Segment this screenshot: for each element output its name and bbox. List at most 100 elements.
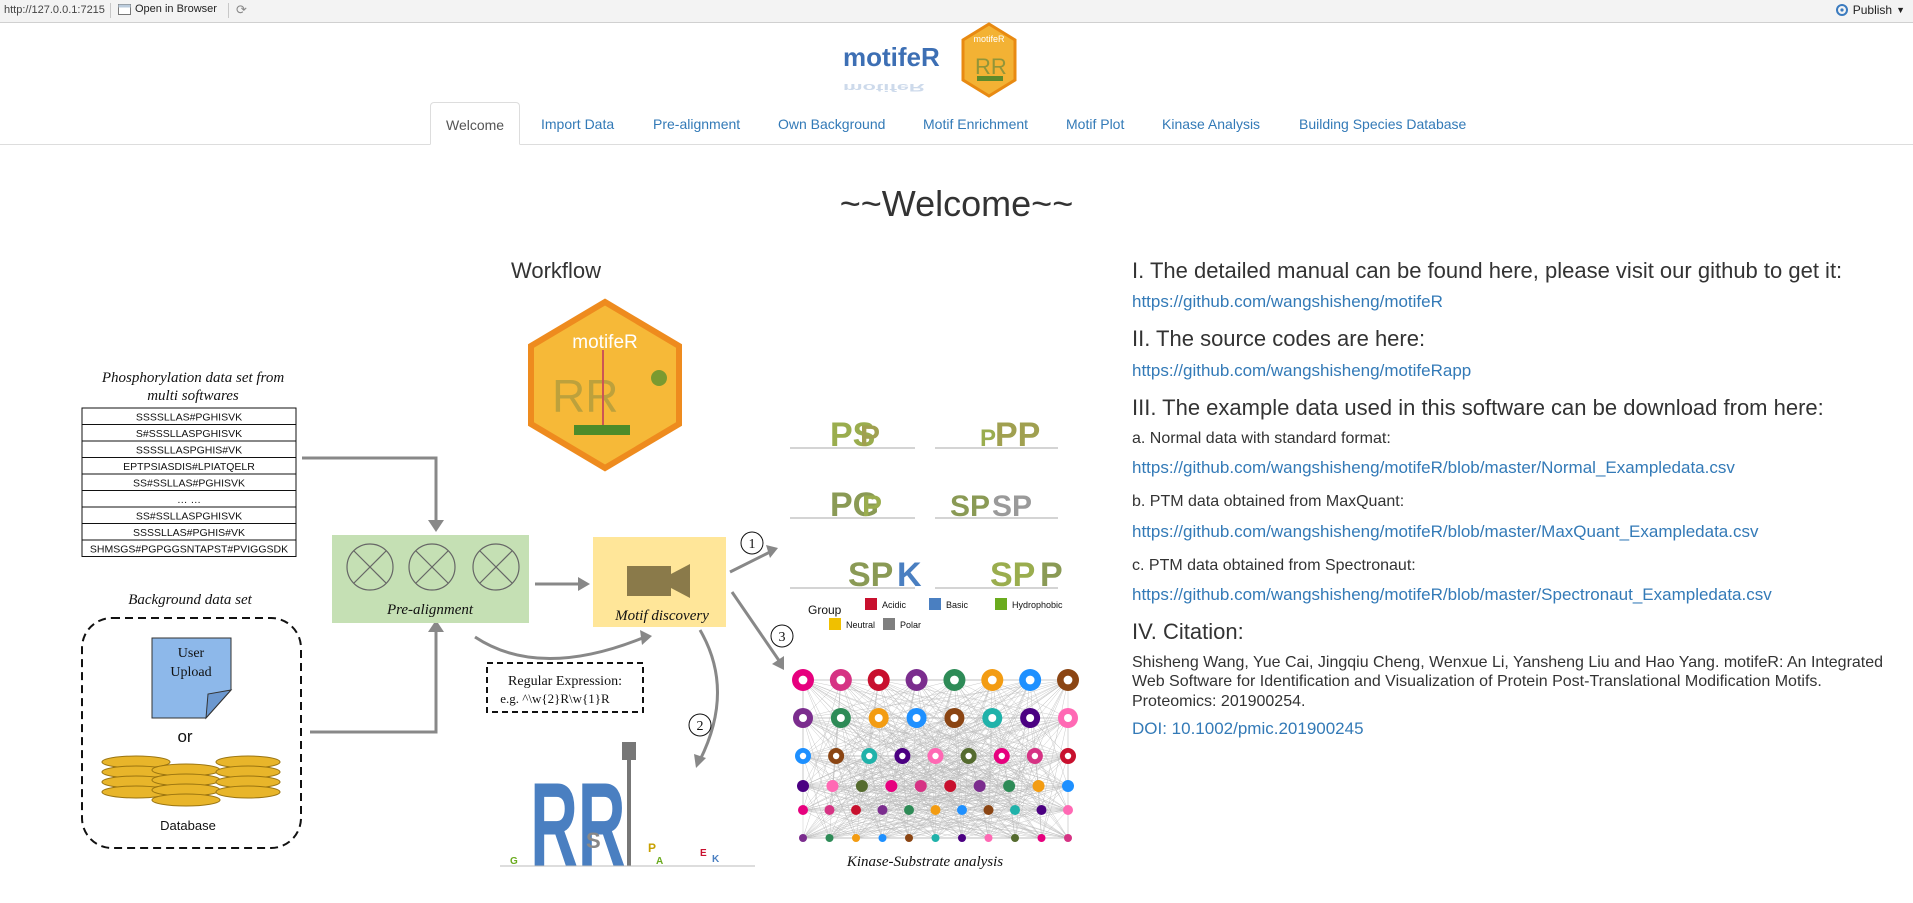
network-node-center [988, 714, 997, 722]
network-node-center [899, 752, 906, 760]
network-node [944, 780, 957, 792]
tab-kinase-analysis[interactable]: Kinase Analysis [1147, 102, 1275, 144]
network-node [1011, 834, 1019, 842]
network-node-center [836, 714, 845, 722]
camera-icon [627, 564, 690, 598]
citation-text: Shisheng Wang, Yue Cai, Jingqiu Cheng, W… [1132, 654, 1884, 710]
regex-example: e.g. ^\w{2}R\w{1}R [500, 691, 610, 706]
tab-import-data[interactable]: Import Data [526, 102, 629, 144]
peptide-row: SSSSLLASPGHIS#VK [136, 445, 242, 457]
peptide-row: EPTPSIASDIS#LPIATQELR [123, 461, 255, 473]
spectronaut-data-label: c. PTM data obtained from Spectronaut: [1132, 556, 1416, 574]
doi-link[interactable]: DOI: 10.1002/pmic.201900245 [1132, 719, 1892, 739]
tab-welcome[interactable]: Welcome [430, 102, 521, 145]
browser-icon [118, 3, 131, 15]
network-node [825, 834, 834, 842]
or-label: or [177, 727, 192, 746]
legend-label: Acidic [882, 600, 907, 610]
phos-title-line1: Phosphorylation data set from [101, 370, 285, 386]
svg-text:SP: SP [848, 556, 893, 594]
svg-text:SP: SP [990, 556, 1035, 594]
network-node-center [1025, 675, 1035, 685]
network-node-center [836, 675, 846, 685]
network-node [914, 780, 927, 792]
network-node-center [832, 752, 840, 760]
peptide-row: … … [177, 494, 201, 506]
network-node [930, 805, 941, 815]
network-node [905, 834, 913, 842]
svg-text:RR: RR [530, 757, 625, 880]
step2-label: 2 [697, 719, 704, 734]
svg-text:P: P [1040, 556, 1063, 594]
tab-own-background[interactable]: Own Background [763, 102, 900, 144]
legend-swatch [865, 598, 877, 610]
network-node [904, 805, 914, 815]
network-node-center [912, 714, 921, 722]
network-node [973, 780, 986, 792]
normal-data-link[interactable]: https://github.com/wangshisheng/motifeR/… [1132, 458, 1892, 478]
toolbar-divider [228, 3, 229, 18]
normal-data-label: a. Normal data with standard format: [1132, 430, 1391, 448]
motif-discovery-label: Motif discovery [614, 608, 709, 624]
peptide-row: SS#SSLLAS#PGHISVK [133, 478, 245, 490]
network-node-center [1064, 752, 1072, 760]
network-node [983, 805, 994, 815]
network-node-center [874, 675, 884, 685]
source-link[interactable]: https://github.com/wangshisheng/motifeRa… [1132, 361, 1892, 381]
network-node [877, 805, 888, 815]
hex-logo-text: motifeR [973, 34, 1005, 44]
motif-logo: PPP [935, 416, 1058, 454]
network-node-center [866, 752, 873, 760]
network-node [878, 834, 887, 842]
motif-logo-grid: PSP PPP PGP SP SP SP K SP P [790, 416, 1063, 594]
network-node [1064, 834, 1072, 842]
peptide-row: S#SSSLLASPGHISVK [136, 428, 242, 440]
manual-link[interactable]: https://github.com/wangshisheng/motifeR [1132, 292, 1892, 312]
svg-text:P: P [860, 420, 880, 453]
peptide-row: SS#SSLLASPGHISVK [136, 511, 242, 523]
svg-text:A: A [656, 856, 663, 867]
step3-label: 3 [779, 630, 786, 645]
network-node-center [798, 675, 808, 685]
kinase-network [792, 669, 1079, 842]
legend-label: Polar [900, 620, 921, 630]
tab-building-species-database[interactable]: Building Species Database [1284, 102, 1481, 144]
svg-text:P: P [862, 490, 882, 523]
tab-pre-alignment[interactable]: Pre-alignment [638, 102, 755, 144]
step3-arrow [730, 591, 782, 663]
network-node [984, 834, 993, 842]
network-node [799, 834, 807, 842]
address-url[interactable]: http://127.0.0.1:7215 [4, 4, 105, 16]
database-label: Database [160, 818, 216, 833]
network-node [1062, 780, 1074, 792]
network-node [798, 805, 808, 815]
peptide-table: SSSSLLAS#PGHISVK S#SSSLLASPGHISVK SSSSLLAS… [81, 407, 297, 557]
source-heading: II. The source codes are here: [1132, 326, 1426, 352]
legend-swatch [929, 598, 941, 610]
network-node [931, 834, 940, 842]
page-title: ~~Welcome~~ [839, 183, 1074, 224]
network-node-center [987, 675, 997, 685]
network-node [1063, 805, 1073, 815]
network-node [855, 780, 868, 792]
publish-button[interactable]: Publish ▼ [1835, 3, 1905, 17]
svg-text:SP: SP [992, 490, 1032, 523]
refresh-icon[interactable]: ⟳ [236, 3, 250, 17]
svg-text:K: K [712, 854, 720, 865]
peptide-row: SSSSLLAS#PGHIS#VK [133, 527, 245, 539]
tab-motif-plot[interactable]: Motif Plot [1051, 102, 1139, 144]
spectronaut-data-link[interactable]: https://github.com/wangshisheng/motifeR/… [1132, 585, 1892, 605]
motif-logo: SP P [935, 556, 1063, 594]
network-node [826, 780, 839, 792]
network-node-center [950, 675, 959, 685]
maxquant-data-link[interactable]: https://github.com/wangshisheng/motifeR/… [1132, 522, 1892, 542]
main-nav-tabs: Welcome Import Data Pre-alignment Own Ba… [0, 102, 1913, 145]
network-node-center [912, 675, 921, 685]
legend-label: Basic [946, 600, 969, 610]
maxquant-data-label: b. PTM data obtained from MaxQuant: [1132, 493, 1405, 511]
network-node-center [950, 714, 959, 722]
open-in-browser-button[interactable]: Open in Browser [118, 3, 217, 15]
publish-icon [1835, 4, 1848, 16]
motif-logo: SP K [790, 556, 922, 594]
tab-motif-enrichment[interactable]: Motif Enrichment [908, 102, 1043, 144]
